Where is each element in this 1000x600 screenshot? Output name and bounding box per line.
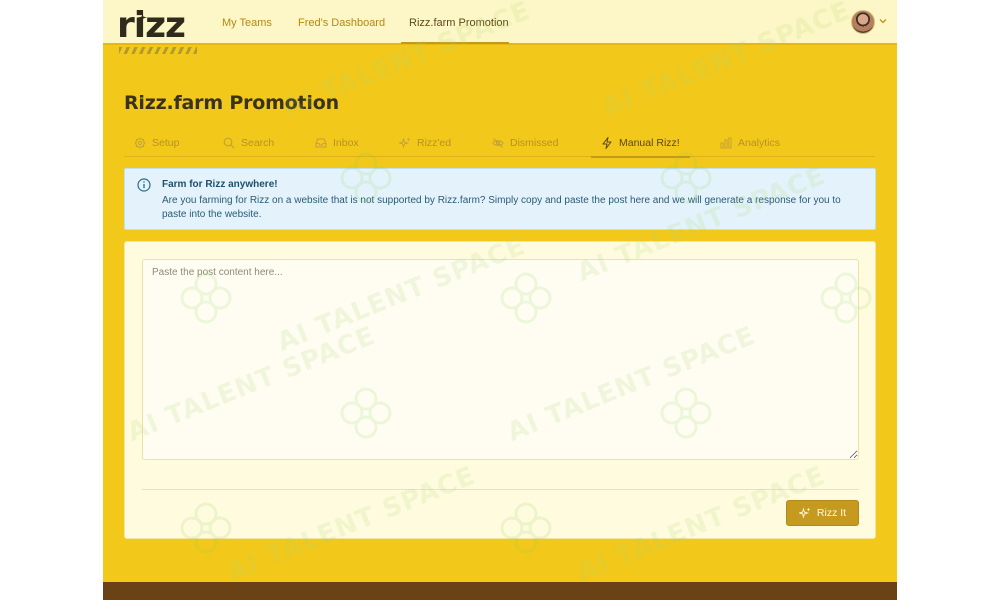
sparkles-icon xyxy=(399,136,411,149)
page-title: Rizz.farm Promotion xyxy=(124,92,339,114)
tab-label: Analytics xyxy=(738,136,781,149)
inbox-icon xyxy=(315,138,327,147)
search-icon xyxy=(223,137,235,148)
footer-band xyxy=(103,582,897,600)
tab-setup[interactable]: Setup xyxy=(134,128,179,157)
logo-stripes xyxy=(119,47,197,54)
manual-rizz-card: Rizz It xyxy=(124,241,876,539)
tab-label: Search xyxy=(241,136,275,149)
bar-chart-icon xyxy=(720,137,732,148)
tab-search[interactable]: Search xyxy=(223,128,274,157)
tab-bar: Setup Search Inbox Rizz'ed Dismissed Man… xyxy=(124,128,875,158)
rizz-it-label: Rizz It xyxy=(816,507,847,519)
bolt-icon xyxy=(602,136,612,149)
logo-text: rizz xyxy=(117,5,186,46)
tab-label: Manual Rizz! xyxy=(619,136,680,149)
nav-link-freds-dashboard[interactable]: Fred's Dashboard xyxy=(298,17,385,29)
gear-icon xyxy=(134,137,146,148)
sparkles-icon xyxy=(798,507,811,519)
rizz-it-button[interactable]: Rizz It xyxy=(786,500,859,526)
divider xyxy=(142,489,859,490)
sparkle-icon xyxy=(138,13,147,22)
nav-active-indicator xyxy=(401,42,509,44)
nav-link-my-teams[interactable]: My Teams xyxy=(222,17,272,29)
alert-body: Are you farming for Rizz on a website th… xyxy=(162,195,841,220)
app-window: rizz My Teams Fred's Dashboard Rizz.farm… xyxy=(103,0,897,600)
tab-label: Dismissed xyxy=(510,136,559,149)
tab-inbox[interactable]: Inbox xyxy=(315,128,359,157)
nav-link-rizz-farm-promotion[interactable]: Rizz.farm Promotion xyxy=(409,17,509,29)
tab-label: Inbox xyxy=(333,136,359,149)
tab-dismissed[interactable]: Dismissed xyxy=(492,128,558,157)
info-icon xyxy=(137,178,151,192)
user-avatar[interactable] xyxy=(851,10,875,34)
chevron-down-icon[interactable] xyxy=(878,16,888,26)
tab-label: Rizz'ed xyxy=(417,136,452,149)
tab-label: Setup xyxy=(152,136,180,149)
eye-off-icon xyxy=(492,137,504,148)
post-content-input[interactable] xyxy=(142,259,859,460)
tab-rizzed[interactable]: Rizz'ed xyxy=(399,128,451,157)
rizz-logo[interactable]: rizz xyxy=(117,6,197,54)
info-alert: Farm for Rizz anywhere! Are you farming … xyxy=(124,168,876,230)
tab-analytics[interactable]: Analytics xyxy=(720,128,780,157)
top-navigation: rizz My Teams Fred's Dashboard Rizz.farm… xyxy=(103,0,897,54)
tab-manual-rizz[interactable]: Manual Rizz! xyxy=(591,128,690,158)
alert-title: Farm for Rizz anywhere! xyxy=(162,179,278,190)
